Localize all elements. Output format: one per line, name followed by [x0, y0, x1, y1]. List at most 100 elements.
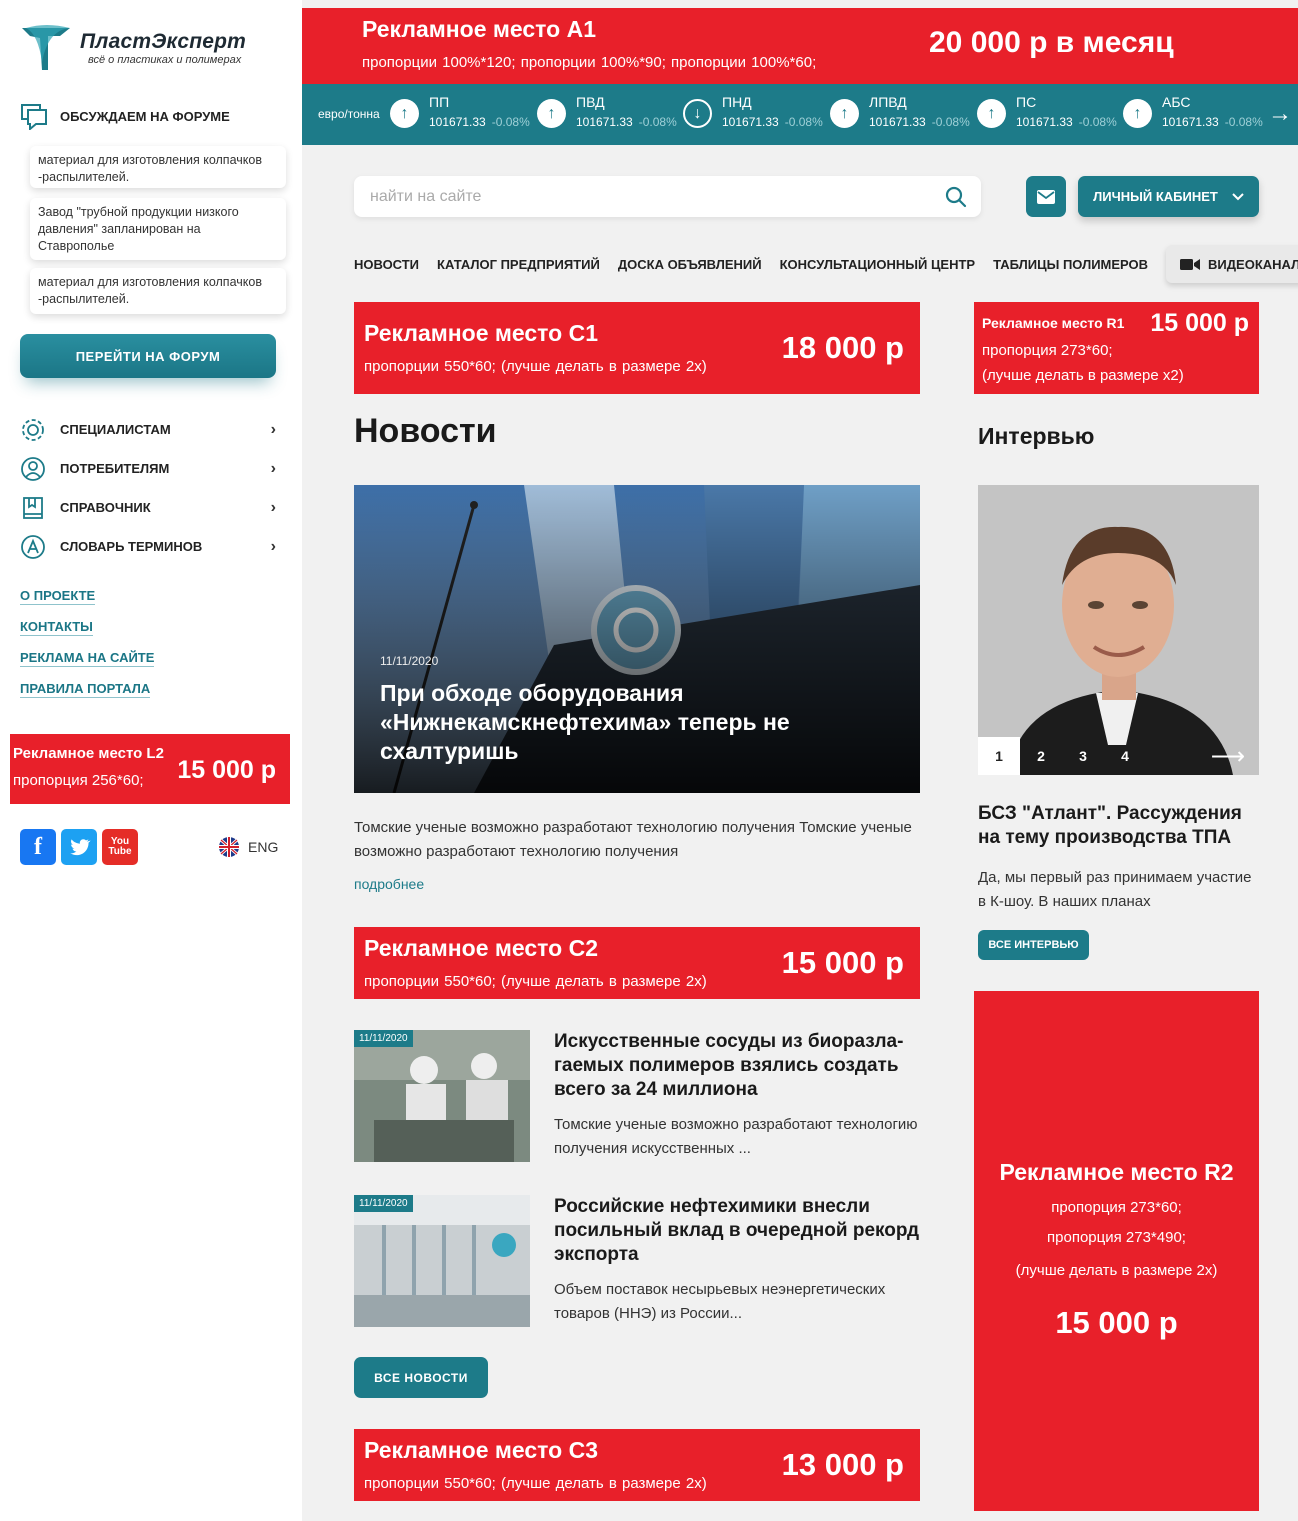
arrow-right-icon[interactable]: ⟶ [1211, 742, 1245, 771]
side-menu-item-consumers[interactable]: ПОТРЕБИТЕЛЯМ › [20, 449, 276, 488]
logo[interactable]: ПластЭксперт всё о пластиках и полимерах [18, 22, 246, 74]
side-menu-item-glossary[interactable]: СЛОВАРЬ ТЕРМИНОВ › [20, 527, 276, 566]
pager-page[interactable]: 3 [1062, 737, 1104, 775]
search-input[interactable] [354, 176, 914, 217]
forum-heading-label: ОБСУЖДАЕМ НА ФОРУМЕ [60, 108, 230, 124]
news-excerpt: Объем поставок несырьевых неэнергетическ… [554, 1281, 886, 1322]
ad-a1[interactable]: Рекламное место А1 пропорции 100%*120; п… [302, 8, 1298, 84]
video-camera-icon [1180, 258, 1201, 270]
side-menu-item-specialists[interactable]: СПЕЦИАЛИСТАМ › [20, 410, 276, 449]
side-menu-label: СПРАВОЧНИК [60, 500, 151, 515]
language-switch[interactable]: ENG [218, 836, 278, 858]
side-menu: СПЕЦИАЛИСТАМ › ПОТРЕБИТЕЛЯМ › СПРАВОЧНИК › … [20, 410, 276, 566]
pager-page[interactable]: 4 [1104, 737, 1146, 775]
news-title[interactable]: Искусственные сосуды из биоразла-гаемых … [554, 1030, 924, 1102]
forum-item[interactable]: материал для изготовления колпачков -рас… [30, 268, 286, 314]
forum-item[interactable]: материал для изготовления колпачков -рас… [30, 146, 286, 188]
ticker-item[interactable]: ↑ ПП 101671.33 -0.08% [390, 94, 530, 129]
go-to-forum-button[interactable]: ПЕРЕЙТИ НА ФОРУМ [20, 334, 276, 378]
search-box [354, 176, 981, 217]
ticker-next-arrow-icon[interactable]: → [1268, 100, 1292, 128]
chat-icon [21, 104, 47, 130]
mail-button[interactable] [1026, 176, 1066, 217]
ad-proportion: пропорции 550*60; (лучше делать в размер… [364, 358, 707, 375]
user-icon [21, 456, 45, 481]
all-news-button[interactable]: ВСЕ НОВОСТИ [354, 1357, 488, 1398]
side-menu-label: ПОТРЕБИТЕЛЯМ [60, 461, 170, 476]
news-heading: Новости [354, 412, 497, 450]
all-interviews-button[interactable]: ВСЕ ИНТЕРВЬЮ [978, 930, 1089, 960]
ad-price: 20 000 р в месяц [929, 26, 1174, 59]
side-menu-item-reference[interactable]: СПРАВОЧНИК › [20, 488, 276, 527]
interview-photo[interactable] [978, 485, 1259, 775]
ad-proportion: пропорции 100%*120; пропорции 100%*90; п… [362, 54, 817, 71]
ticker-item[interactable]: ↑ ПВД 101671.33 -0.08% [537, 94, 677, 129]
pager-page[interactable]: 1 [978, 737, 1020, 775]
chevron-right-icon: › [270, 459, 276, 477]
gear-icon [22, 418, 44, 441]
link-about[interactable]: О ПРОЕКТЕ [20, 588, 96, 605]
news-title[interactable]: Российские нефтехимики внесли посильный … [554, 1195, 924, 1267]
ad-r1[interactable]: Рекламное место R1 15 000 р пропорция 27… [974, 302, 1259, 394]
nav-board[interactable]: ДОСКА ОБЪЯВЛЕНИЙ [618, 257, 762, 272]
featured-news-title[interactable]: При обходе оборудования «Нижнекамскнефте… [380, 679, 800, 766]
ad-title: Рекламное место R1 [982, 315, 1125, 331]
link-advertising[interactable]: РЕКЛАМА НА САЙТЕ [20, 650, 155, 667]
ticker-item[interactable]: ↑ ЛПВД 101671.33 -0.08% [830, 94, 970, 129]
news-item[interactable]: 11/11/2020 Искусственные сосуды из биора… [354, 1030, 920, 1162]
interview-title[interactable]: БСЗ "Атлант". Рассуждения на тему произв… [978, 802, 1259, 850]
ad-title: Рекламное место С2 [364, 935, 598, 961]
pager-page[interactable]: 2 [1020, 737, 1062, 775]
news-item[interactable]: 11/11/2020 Российские нефтехимики внесли… [354, 1195, 920, 1327]
main-nav: НОВОСТИ КАТАЛОГ ПРЕДПРИЯТИЙ ДОСКА ОБЪЯВЛ… [354, 244, 1298, 284]
ticker-item[interactable]: ↑ АБС 101671.33 -0.08% [1123, 94, 1263, 129]
ad-r2[interactable]: Рекламное место R2 пропорция 273*60; про… [974, 991, 1259, 1511]
ticker-value: 101671.33 [1162, 115, 1219, 129]
featured-news[interactable]: 11/11/2020 При обходе оборудования «Нижн… [354, 485, 920, 793]
nav-polymer-tables[interactable]: ТАБЛИЦЫ ПОЛИМЕРОВ [993, 257, 1148, 272]
ad-c1[interactable]: Рекламное место С1 пропорции 550*60; (лу… [354, 302, 920, 394]
ticker-change: -0.08% [1078, 115, 1117, 129]
ad-title: Рекламное место R2 [999, 1159, 1234, 1185]
link-contacts[interactable]: КОНТАКТЫ [20, 619, 93, 636]
personal-cabinet-button[interactable]: ЛИЧНЫЙ КАБИНЕТ [1078, 176, 1259, 217]
arrow-down-icon: ↓ [683, 99, 712, 128]
logo-name: ПластЭксперт [80, 30, 247, 53]
read-more-link[interactable]: подробнее [354, 876, 424, 892]
link-rules[interactable]: ПРАВИЛА ПОРТАЛА [20, 681, 151, 698]
chevron-down-icon [1232, 192, 1244, 200]
arrow-up-icon: ↑ [977, 99, 1006, 128]
news-date: 11/11/2020 [354, 1030, 413, 1047]
logo-icon [22, 25, 70, 70]
chevron-right-icon: › [270, 420, 276, 438]
ad-c2[interactable]: Рекламное место С2 пропорции 550*60; (лу… [354, 927, 920, 999]
book-icon [23, 496, 43, 519]
ad-price: 15 000 р [781, 945, 904, 980]
ad-c3[interactable]: Рекламное место С3 пропорции 550*60; (лу… [354, 1429, 920, 1501]
ticker-value: 101671.33 [1016, 115, 1073, 129]
youtube-icon[interactable]: You Tube [102, 829, 138, 865]
ticker-value: 101671.33 [869, 115, 926, 129]
nav-catalog[interactable]: КАТАЛОГ ПРЕДПРИЯТИЙ [437, 257, 600, 272]
search-icon[interactable] [945, 186, 967, 208]
ticker-name: ПНД [722, 94, 752, 110]
side-links: О ПРОЕКТЕ КОНТАКТЫ РЕКЛАМА НА САЙТЕ ПРАВ… [20, 588, 155, 712]
ticker-item[interactable]: ↓ ПНД 101671.33 -0.08% [683, 94, 823, 129]
ad-price: 15 000 р [1150, 309, 1249, 337]
ad-note: (лучше делать в размере 2х) [1015, 1262, 1218, 1279]
interview-pager: 1 2 3 4 ⟶ [978, 737, 1259, 775]
ad-proportion: пропорция 273*60; [982, 342, 1113, 359]
page: ПластЭксперт всё о пластиках и полимерах… [0, 0, 1298, 1521]
ad-l2[interactable]: Рекламное место L2 пропорция 256*60; 15 … [10, 734, 290, 804]
nav-consulting[interactable]: КОНСУЛЬТАЦИОННЫЙ ЦЕНТР [780, 257, 975, 272]
forum-item[interactable]: Завод "трубной продукции низкого давлени… [30, 198, 286, 260]
nav-video-channel[interactable]: ВИДЕОКАНАЛ [1166, 245, 1298, 283]
news-thumbnail-image [354, 1195, 530, 1327]
twitter-icon[interactable] [61, 829, 97, 865]
ticker-item[interactable]: ↑ ПС 101671.33 -0.08% [977, 94, 1117, 129]
ticker-change: -0.08% [491, 115, 530, 129]
facebook-icon[interactable]: f [20, 829, 56, 865]
ticker-change: -0.08% [784, 115, 823, 129]
nav-news[interactable]: НОВОСТИ [354, 257, 419, 272]
ticker-value: 101671.33 [722, 115, 779, 129]
